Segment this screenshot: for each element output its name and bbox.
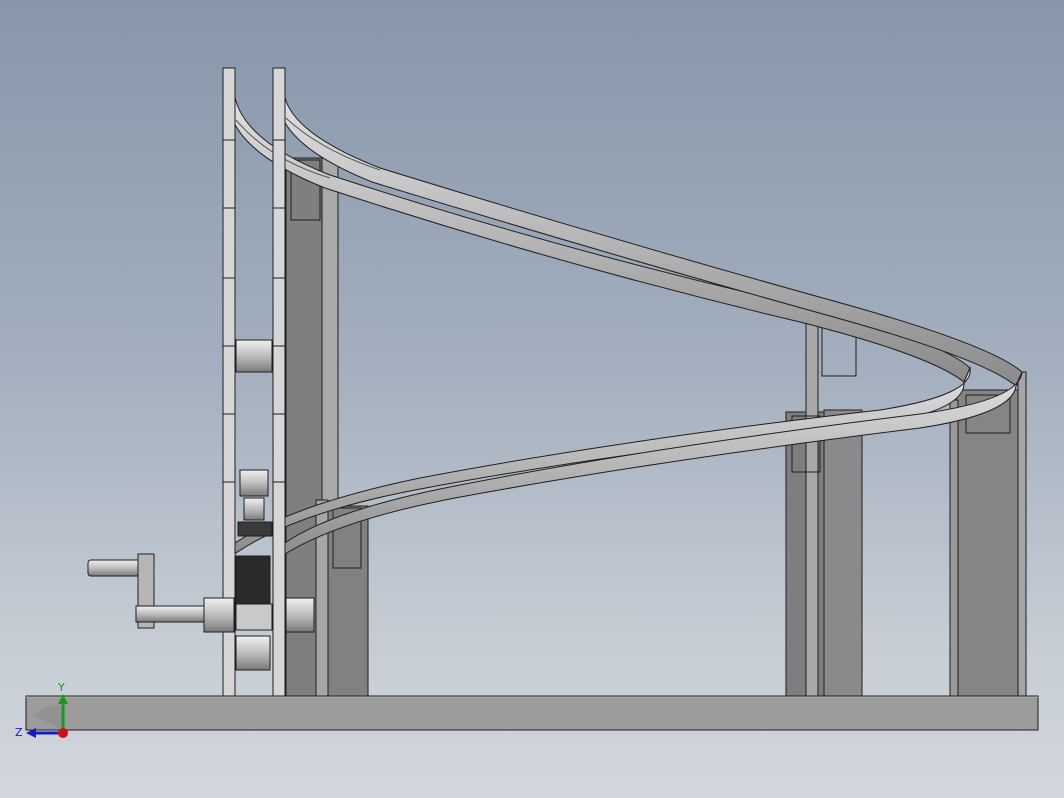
- x-axis-icon: [58, 728, 68, 738]
- support-post-right[interactable]: [949, 371, 1027, 697]
- helical-track-upper[interactable]: [227, 90, 1023, 387]
- cad-viewport[interactable]: Y Z: [0, 0, 1064, 798]
- lift-roller-middle[interactable]: [239, 469, 269, 521]
- support-post-middle-right[interactable]: [785, 301, 863, 697]
- base-plate[interactable]: [25, 695, 1039, 731]
- lift-roller-upper[interactable]: [235, 339, 273, 373]
- triad-y-label: Y: [57, 681, 65, 694]
- triad-z-label: Z: [15, 726, 23, 739]
- model-canvas: Y Z: [15, 67, 1039, 739]
